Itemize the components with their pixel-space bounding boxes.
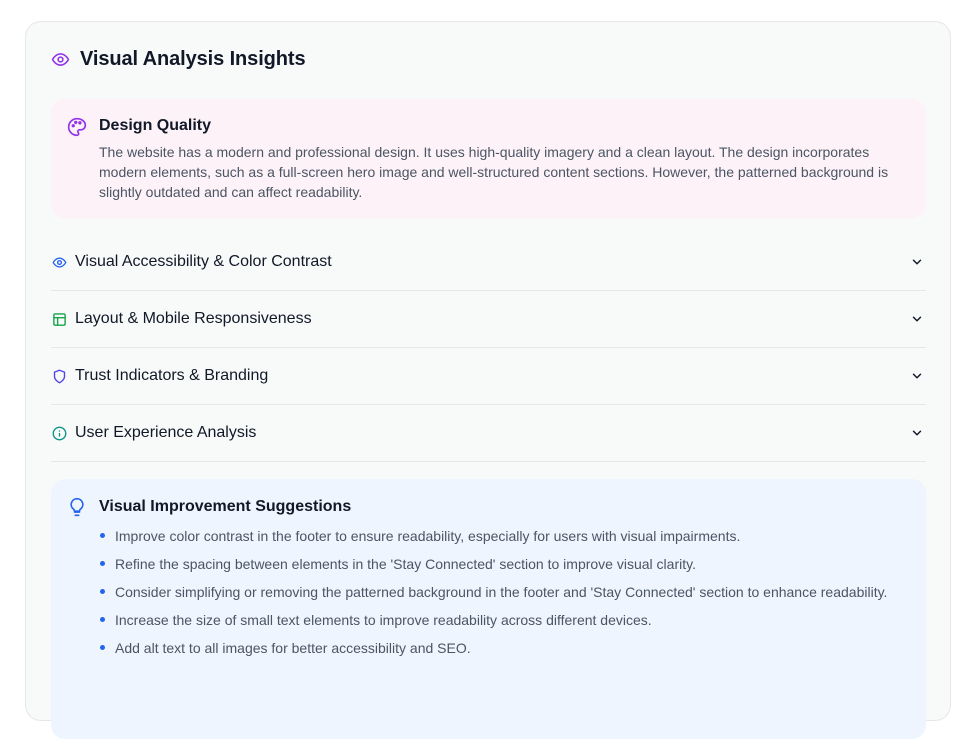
- shield-icon: [51, 369, 67, 384]
- suggestions-list: Improve color contrast in the footer to …: [99, 526, 899, 666]
- info-icon: [51, 426, 67, 441]
- design-quality-title: Design Quality: [99, 117, 212, 134]
- chevron-down-icon[interactable]: [910, 426, 924, 440]
- lightbulb-icon: [67, 497, 87, 517]
- layout-icon: [51, 312, 67, 327]
- accordion-user-experience[interactable]: User Experience Analysis: [51, 405, 926, 462]
- suggestion-text: Add alt text to all images for better ac…: [115, 640, 471, 656]
- accordion-label: Layout & Mobile Responsiveness: [75, 310, 312, 327]
- list-item: Add alt text to all images for better ac…: [99, 638, 899, 658]
- suggestion-text: Improve color contrast in the footer to …: [115, 528, 741, 544]
- chevron-down-icon[interactable]: [910, 312, 924, 326]
- suggestion-text: Increase the size of small text elements…: [115, 612, 652, 628]
- list-item: Improve color contrast in the footer to …: [99, 526, 899, 546]
- page-title: Visual Analysis Insights: [80, 48, 306, 70]
- list-item: Increase the size of small text elements…: [99, 610, 899, 630]
- eye-icon: [51, 255, 67, 270]
- bullet-icon: [100, 645, 105, 650]
- chevron-down-icon[interactable]: [910, 369, 924, 383]
- list-item: Consider simplifying or removing the pat…: [99, 582, 899, 602]
- card-header: Visual Analysis Insights: [51, 48, 306, 71]
- accordion-visual-accessibility[interactable]: Visual Accessibility & Color Contrast: [51, 234, 926, 291]
- suggestions-title: Visual Improvement Suggestions: [99, 498, 352, 515]
- bullet-icon: [100, 561, 105, 566]
- eye-icon: [51, 50, 70, 69]
- bullet-icon: [100, 589, 105, 594]
- list-item: Refine the spacing between elements in t…: [99, 554, 899, 574]
- visual-analysis-card: Visual Analysis Insights Design Quality …: [25, 21, 951, 739]
- accordion-label: Trust Indicators & Branding: [75, 367, 269, 384]
- design-quality-text: The website has a modern and professiona…: [99, 144, 889, 200]
- design-quality-panel: Design Quality The website has a modern …: [51, 99, 926, 218]
- suggestion-text: Refine the spacing between elements in t…: [115, 556, 696, 572]
- accordion-label: Visual Accessibility & Color Contrast: [75, 253, 332, 270]
- visual-improvement-suggestions-panel: Visual Improvement Suggestions Improve c…: [51, 479, 926, 739]
- palette-icon: [67, 117, 87, 137]
- suggestion-text: Consider simplifying or removing the pat…: [115, 584, 888, 600]
- accordion-trust-branding[interactable]: Trust Indicators & Branding: [51, 348, 926, 405]
- bullet-icon: [100, 617, 105, 622]
- accordion-label: User Experience Analysis: [75, 424, 257, 441]
- chevron-down-icon[interactable]: [910, 255, 924, 269]
- accordion-layout-mobile[interactable]: Layout & Mobile Responsiveness: [51, 291, 926, 348]
- bullet-icon: [100, 533, 105, 538]
